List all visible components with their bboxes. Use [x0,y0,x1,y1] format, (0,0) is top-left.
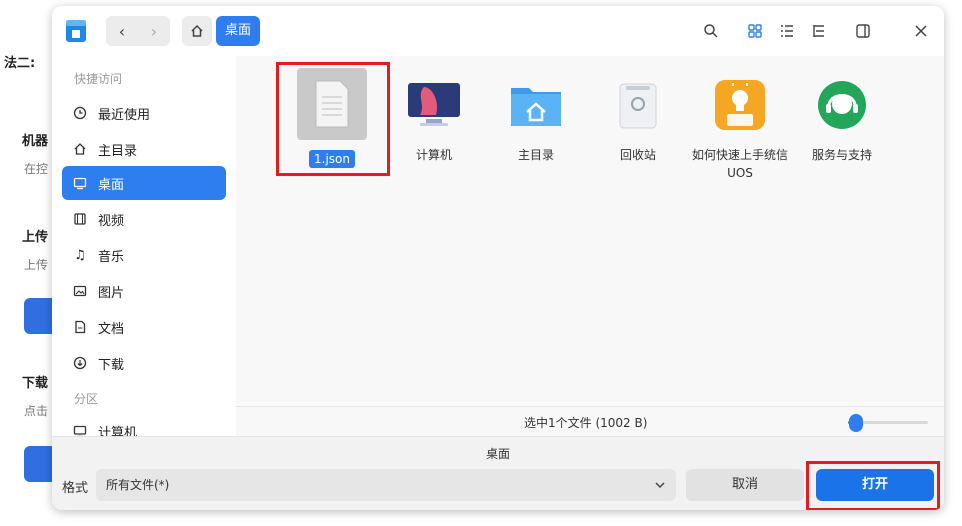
file-item-computer[interactable]: 计算机 [384,74,484,164]
format-select[interactable]: 所有文件(*) [96,469,676,501]
file-item-support[interactable]: 服务与支持 [792,74,892,164]
close-icon [915,25,927,37]
annotation-highlight [806,461,940,510]
sidebar-quick-access-heading: 快捷访问 [74,72,123,86]
list-view-icon [781,25,793,37]
file-name: 计算机 [415,148,452,162]
background-page: 法二: 机器 在控 上传 上传 下载 点击 [0,0,64,526]
detail-panel-button[interactable] [852,20,874,42]
sidebar-item-home[interactable]: 主目录 [62,132,226,166]
sidebar-item-label: 桌面 [98,177,125,193]
file-open-dialog: ‹ › 桌面 快捷访问 最近使用 主目录 桌面 视频 ♫ 音乐 图片 文档 下载… [52,6,944,510]
list-view-button[interactable] [776,20,798,42]
breadcrumb-current[interactable]: 桌面 [216,16,261,46]
sidebar-item-documents[interactable]: 文档 [62,310,226,344]
tree-view-button[interactable] [808,20,830,42]
sidebar-item-desktop[interactable]: 桌面 [62,166,226,200]
close-button[interactable] [910,20,932,42]
sidebar-item-recent[interactable]: 最近使用 [62,96,226,130]
sidebar-item-label: 最近使用 [98,107,151,123]
file-item-trash[interactable]: 回收站 [588,74,688,164]
forward-button[interactable]: › [138,16,170,46]
support-icon [811,74,873,136]
bg-section2-title: 上传 [22,230,49,245]
sidebar-item-label: 视频 [98,213,125,229]
titlebar: ‹ › 桌面 [52,6,944,56]
bg-section2-sub: 上传 [24,258,49,272]
chevron-right-icon: › [150,21,158,41]
detail-panel-icon [856,24,870,38]
bg-section1-sub: 在控 [24,162,49,176]
sidebar-item-pictures[interactable]: 图片 [62,274,226,308]
file-name: 服务与支持 [811,148,872,162]
search-icon [704,24,718,38]
document-icon [72,319,88,335]
home-folder-icon [505,74,567,136]
music-icon: ♫ [74,247,86,263]
home-icon [72,141,88,157]
download-icon [72,355,88,371]
home-icon [191,24,203,37]
bg-section3-title: 下载 [22,376,49,391]
uos-help-icon [709,74,771,136]
file-item-uos-guide[interactable]: 如何快速上手统信UOS [690,74,790,182]
trash-icon [607,74,669,136]
chevron-down-icon [655,482,665,489]
cancel-button[interactable]: 取消 [686,469,804,501]
video-icon [72,211,88,227]
tree-view-icon [813,25,824,37]
file-item-home[interactable]: 主目录 [486,74,586,164]
desktop-icon [72,175,88,191]
sidebar-item-videos[interactable]: 视频 [62,202,226,236]
status-bar: 选中1个文件 (1002 B) [236,406,944,436]
icon-view-button[interactable] [744,20,766,42]
bg-section1-title: 机器 [22,134,49,149]
current-folder-label: 桌面 [485,447,510,461]
sidebar-item-label: 计算机 [98,425,138,437]
sidebar-item-label: 文档 [98,321,125,337]
clock-icon [72,105,88,121]
bg-method-title: 法二: [4,56,36,71]
grid-view-icon [748,24,762,38]
sidebar-item-label: 主目录 [98,143,138,159]
sidebar-item-label: 音乐 [98,249,125,265]
sidebar-item-label: 下载 [98,357,125,373]
annotation-highlight [276,62,390,176]
file-manager-app-icon [66,20,86,42]
sidebar-item-music[interactable]: ♫ 音乐 [62,238,226,272]
format-select-value: 所有文件(*) [106,478,170,492]
sidebar: 快捷访问 最近使用 主目录 桌面 视频 ♫ 音乐 图片 文档 下载 分区 计算机 [52,56,236,436]
file-name: 如何快速上手统信UOS [691,148,788,180]
zoom-slider[interactable] [848,414,928,432]
sidebar-item-computer[interactable]: 计算机 [62,414,226,436]
computer-icon [403,74,465,136]
computer-icon [72,423,88,436]
zoom-slider-handle[interactable] [849,414,863,432]
format-label: 格式 [62,481,89,496]
file-view: 1.json 计算机 主目录 回收站 如何快速上手统信UOS 服务与支持 [236,56,944,406]
sidebar-partitions-heading: 分区 [74,392,99,406]
picture-icon [72,283,88,299]
sidebar-item-label: 图片 [98,285,125,301]
status-text: 选中1个文件 (1002 B) [524,416,648,430]
back-button[interactable]: ‹ [106,16,138,46]
breadcrumb-home-button[interactable] [182,16,212,46]
bg-section3-sub: 点击 [24,404,49,418]
chevron-left-icon: ‹ [118,21,126,41]
file-name: 回收站 [619,148,656,162]
sidebar-item-downloads[interactable]: 下载 [62,346,226,380]
dialog-footer: 桌面 格式 所有文件(*) 取消 打开 [52,436,944,510]
search-button[interactable] [700,20,722,42]
file-name: 主目录 [517,148,554,162]
